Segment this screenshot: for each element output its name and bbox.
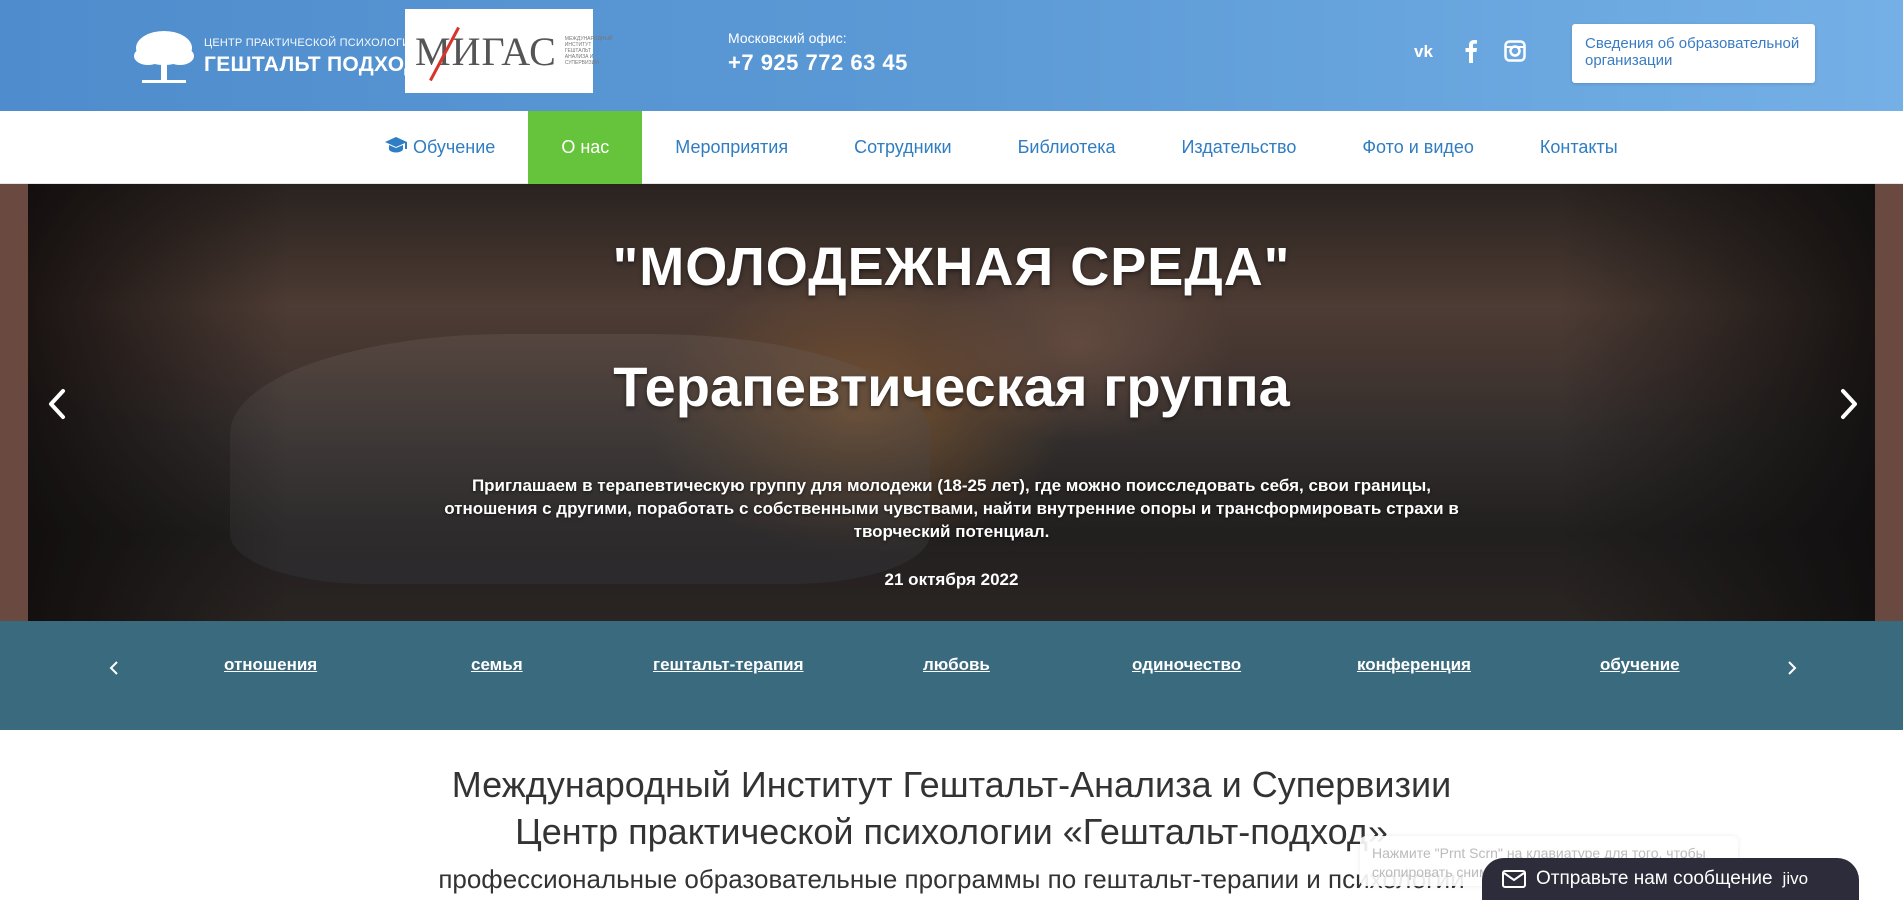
tag-link[interactable]: одиночество — [1132, 655, 1241, 675]
nav-item-library[interactable]: Библиотека — [985, 111, 1149, 184]
tree-logo-icon — [134, 31, 194, 83]
nav-item-publishing[interactable]: Издательство — [1148, 111, 1329, 184]
tag-link[interactable]: конференция — [1357, 655, 1471, 675]
nav-item-about[interactable]: О нас — [528, 111, 643, 184]
tag-link[interactable]: семья — [471, 655, 523, 675]
partner-logo-subtitle: МЕЖДУНАРОДНЫЙ ИНСТИТУТ ГЕШТАЛЬТ АНАЛИЗА … — [564, 36, 613, 66]
vk-icon[interactable]: vk — [1414, 38, 1440, 64]
org-info-button[interactable]: Сведения об образовательной организации — [1572, 24, 1815, 83]
tags-prev-icon[interactable] — [104, 656, 124, 680]
chat-widget-label: Отправьте нам сообщение — [1536, 868, 1773, 889]
nav-item-label: Обучение — [413, 137, 496, 157]
nav-item-label: О нас — [561, 137, 610, 157]
nav-item-label: Сотрудники — [854, 137, 952, 157]
slider-next-icon[interactable] — [1834, 384, 1864, 424]
logo-title: ГЕШТАЛЬТ ПОДХОД — [204, 53, 420, 76]
nav-item-label: Издательство — [1181, 137, 1297, 157]
nav-item-events[interactable]: Мероприятия — [642, 111, 821, 184]
instagram-icon[interactable] — [1502, 38, 1528, 64]
site-logo[interactable]: ЦЕНТР ПРАКТИЧЕСКОЙ ПСИХОЛОГИИ ГЕШТАЛЬТ П… — [132, 28, 419, 86]
svg-text:vk: vk — [1414, 42, 1433, 60]
tags-next-icon[interactable] — [1782, 656, 1802, 680]
slide-description: Приглашаем в терапевтическую группу для … — [444, 476, 1459, 541]
social-links: vk — [1414, 38, 1528, 64]
slider-prev-icon[interactable] — [42, 384, 72, 424]
nav-item-label: Фото и видео — [1362, 137, 1474, 157]
nav-item-contacts[interactable]: Контакты — [1507, 111, 1651, 184]
tag-link[interactable]: обучение — [1600, 655, 1680, 675]
hero-slider: "МОЛОДЕЖНАЯ СРЕДА" Терапевтическая групп… — [0, 184, 1903, 621]
facebook-icon[interactable] — [1458, 38, 1484, 64]
nav-item-label: Библиотека — [1017, 137, 1116, 157]
slide-date: 21 октября 2022 — [884, 570, 1019, 589]
nav-item-education[interactable]: Обучение — [352, 111, 528, 184]
partner-logo-mark: МИГАС — [415, 26, 557, 81]
chat-widget-button[interactable]: Отправьте нам сообщение jivo — [1482, 858, 1859, 900]
envelope-icon — [1502, 870, 1526, 888]
logo-subtitle: ЦЕНТР ПРАКТИЧЕСКОЙ ПСИХОЛОГИИ — [204, 37, 419, 49]
nav-item-media[interactable]: Фото и видео — [1329, 111, 1507, 184]
nav-item-staff[interactable]: Сотрудники — [821, 111, 985, 184]
office-contact: Московский офис: +7 925 772 63 45 — [728, 30, 908, 76]
nav-item-label: Контакты — [1539, 137, 1618, 157]
partner-logo[interactable]: МИГАС МЕЖДУНАРОДНЫЙ ИНСТИТУТ ГЕШТАЛЬТ АН… — [405, 9, 613, 93]
institute-title: Международный Институт Гештальт-Анализа … — [451, 764, 1452, 805]
tag-link[interactable]: любовь — [923, 655, 990, 675]
slide-subtitle: Терапевтическая группа — [613, 355, 1290, 418]
tag-link[interactable]: отношения — [224, 655, 317, 675]
main-nav: Обучение О нас Мероприятия Сотрудники Би… — [0, 111, 1903, 184]
tag-link[interactable]: гештальт-терапия — [653, 655, 804, 675]
office-label: Московский офис: — [728, 30, 847, 46]
graduation-cap-icon — [385, 137, 407, 158]
office-phone[interactable]: +7 925 772 63 45 — [728, 50, 908, 76]
slide-title: "МОЛОДЕЖНАЯ СРЕДА" — [612, 237, 1291, 297]
header: ЦЕНТР ПРАКТИЧЕСКОЙ ПСИХОЛОГИИ ГЕШТАЛЬТ П… — [0, 0, 1903, 111]
tags-carousel: отношения семья гештальт-терапия любовь … — [0, 621, 1903, 730]
nav-item-label: Мероприятия — [675, 137, 789, 157]
chat-brand: jivo — [1782, 869, 1809, 888]
